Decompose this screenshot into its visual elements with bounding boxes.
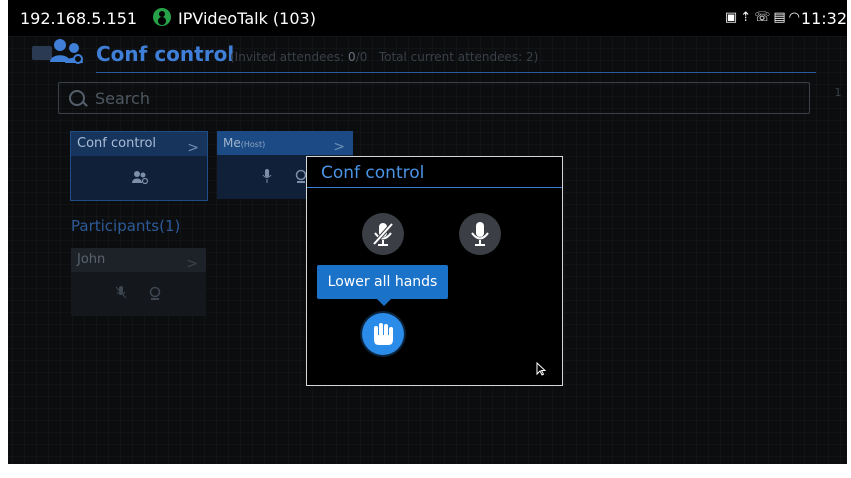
search-input[interactable]: Search [58,82,810,114]
sim-icon: ▤ [773,10,789,25]
total-count: 2) [526,50,539,64]
invited-total: /0 [355,50,368,64]
chevron-right-icon: > [186,256,198,272]
clock: 11:32 [800,9,847,28]
conf-control-dialog: Conf control Lower all hands [306,156,563,386]
lower-all-hands-button[interactable] [362,313,404,355]
dialog-divider [307,187,562,188]
host-tag: (Host) [240,140,266,149]
total-label: Total current attendees: [378,50,523,64]
mic-icon [471,222,489,246]
chevron-right-icon: > [187,140,199,156]
participants-heading: Participants(1) [71,217,181,235]
search-placeholder: Search [95,89,150,108]
search-icon [69,90,85,106]
invited-count: 0 [348,50,356,64]
mouse-pointer-icon [536,362,546,376]
mic-muted-icon [372,222,394,246]
hand-icon [374,323,393,345]
frame-right-edge [847,0,851,478]
page-title: Conf control [96,42,235,66]
dialog-title: Conf control [321,163,425,183]
lower-all-hands-tooltip: Lower all hands [317,265,448,306]
mic-icon [262,169,272,183]
host-name: Me [223,136,241,150]
app-name: IPVideoTalk (103) [178,9,316,28]
participant-card[interactable]: John > [71,248,206,316]
system-status-icons: ▣⇡☏▤◠ [725,10,803,25]
participant-card-header: John > [71,248,206,272]
unmute-all-button[interactable] [459,213,501,255]
conference-icon [132,171,149,184]
call-icon: ☏ [754,10,774,25]
camera-icon [149,286,161,300]
host-card-header: Me(Host) > [217,131,353,155]
invited-label: (Invited attendees: [230,50,345,64]
status-bar: 192.168.5.151 IPVideoTalk (103) ▣⇡☏▤◠ 11… [8,0,847,36]
mute-all-button[interactable] [362,213,404,255]
frame-bottom-edge [0,464,851,478]
conf-control-card[interactable]: Conf control > [70,131,208,201]
conf-control-card-label: Conf control [77,136,157,151]
attendee-summary: (Invited attendees: 0/0 Total current at… [230,50,538,64]
contact-icon [153,8,171,26]
upload-icon: ⇡ [740,10,755,25]
ip-address: 192.168.5.151 [20,9,138,28]
mic-muted-icon [115,286,127,299]
conf-control-card-header: Conf control > [71,132,207,156]
frame-left-edge [0,0,8,478]
conference-icon [32,39,83,64]
screen: 192.168.5.151 IPVideoTalk (103) ▣⇡☏▤◠ 11… [0,0,851,478]
image-icon: ▣ [724,10,741,25]
header-divider [96,72,816,73]
side-panel-stub: 1 [834,86,842,99]
participant-name: John [77,252,106,267]
